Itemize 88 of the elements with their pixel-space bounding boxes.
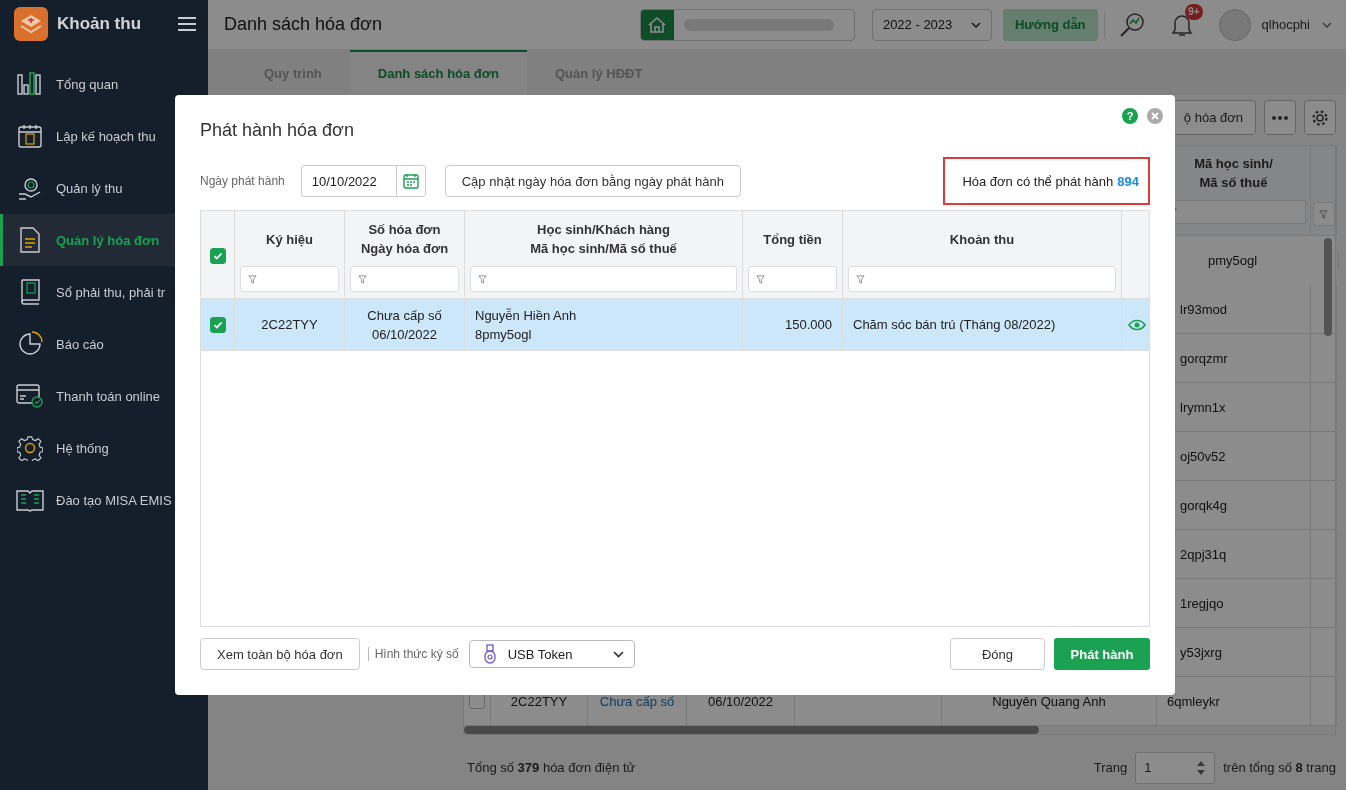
sidebar-item[interactable]: Đào tạo MISA EMIS bbox=[0, 474, 208, 526]
vertical-scrollbar[interactable] bbox=[1324, 238, 1332, 336]
record-count: Tổng số 379 hóa đơn điện tử bbox=[467, 760, 636, 775]
available-count: 894 bbox=[1117, 173, 1139, 189]
filter-icon bbox=[248, 274, 257, 284]
table-cell: 2C22TYY bbox=[510, 693, 568, 709]
table-cell: Nguyên Quang Anh bbox=[992, 693, 1106, 709]
table-cell: 06/10/2022 bbox=[707, 693, 774, 709]
table-cell: 150.000 bbox=[785, 317, 832, 332]
field-label: Ngày phát hành bbox=[200, 174, 285, 188]
menu-item-icon bbox=[16, 488, 44, 512]
filter-icon bbox=[756, 274, 765, 284]
column-header: Học sinh/Khách hàng Mã học sinh/Mã số thuế bbox=[530, 221, 677, 258]
table-cell: Chăm sóc bán trú (Tháng 08/2022) bbox=[853, 317, 1056, 332]
school-year-select[interactable]: 2022 - 2023 bbox=[871, 8, 992, 41]
dialog-title: Phát hành hóa đơn bbox=[200, 120, 354, 141]
calendar-icon[interactable] bbox=[402, 173, 419, 189]
column-header: Khoản thu bbox=[949, 230, 1015, 249]
date-field[interactable]: 10/10/2022 bbox=[300, 165, 426, 197]
page-label: Trang bbox=[1093, 760, 1128, 775]
sign-method-select[interactable]: USB Token bbox=[468, 640, 635, 668]
logo-icon bbox=[14, 7, 48, 41]
column-header: Tổng tiền bbox=[763, 230, 822, 249]
update-date-button[interactable]: Cập nhật ngày hóa đơn bằng ngày phát hành bbox=[444, 165, 741, 197]
filter-field[interactable] bbox=[470, 266, 737, 292]
username[interactable]: qlhocphi bbox=[1261, 17, 1310, 32]
filter-icon bbox=[358, 274, 367, 284]
table-cell: lrymn1x bbox=[1180, 399, 1226, 415]
avatar[interactable] bbox=[1218, 8, 1251, 41]
checkbox[interactable] bbox=[209, 316, 226, 333]
table-cell: gorqzmr bbox=[1180, 350, 1228, 366]
chevron-down-icon bbox=[970, 21, 981, 28]
search-chart-icon[interactable] bbox=[1118, 11, 1145, 38]
home-icon bbox=[647, 14, 668, 35]
table-cell: 1regjqo bbox=[1180, 595, 1224, 611]
available-label: Hóa đơn có thể phát hành bbox=[962, 173, 1114, 189]
filter-button[interactable] bbox=[1312, 202, 1335, 226]
more-icon bbox=[1272, 115, 1288, 120]
column-header: Ký hiệu bbox=[266, 230, 313, 249]
table-cell: lr93mod bbox=[1180, 301, 1227, 317]
column-header: Mã học sinh/ Mã số thuế bbox=[1194, 155, 1273, 192]
filter-field[interactable] bbox=[350, 266, 459, 292]
page-input[interactable]: 1 bbox=[1135, 751, 1216, 784]
table-cell-text: Nguyễn Hiền Anh 8pmy5ogl bbox=[475, 306, 577, 344]
close-icon[interactable] bbox=[1147, 108, 1163, 124]
filter-field[interactable] bbox=[240, 266, 339, 292]
filter-icon bbox=[1319, 209, 1328, 219]
sidebar-item[interactable]: Tổng quan bbox=[0, 58, 208, 110]
chevron-down-icon bbox=[612, 650, 624, 658]
close-button[interactable]: Đóng bbox=[950, 638, 1045, 670]
menu-item-icon bbox=[16, 331, 44, 357]
usb-icon bbox=[483, 644, 496, 664]
menu-item-icon bbox=[16, 435, 44, 461]
table-cell: oj50v52 bbox=[1180, 448, 1226, 464]
table-cell: pmy5ogl bbox=[1208, 253, 1258, 268]
filter-icon bbox=[478, 274, 487, 284]
view-all-button[interactable]: Xem toàn bộ hóa đơn bbox=[200, 638, 360, 670]
settings-button[interactable] bbox=[1304, 100, 1336, 135]
table-cell: 2C22TYY bbox=[261, 317, 318, 332]
school-selector[interactable] bbox=[639, 8, 855, 41]
notification-badge: 9+ bbox=[1185, 3, 1203, 20]
column-header: Số hóa đơn Ngày hóa đơn bbox=[360, 221, 449, 258]
eye-icon[interactable] bbox=[1128, 318, 1146, 331]
more-button[interactable] bbox=[1264, 100, 1296, 135]
table-row[interactable]: 2C22TYY Chưa cấp số 06/10/2022 Nguyễn Hiền Anh 8pmy5ogl 150.000 Chăm sóc bán trú (Tháng 08/2022) bbox=[201, 299, 1149, 351]
page-title: Danh sách hóa đơn bbox=[224, 14, 382, 35]
table-cell-text: Chưa cấp số 06/10/2022 bbox=[367, 306, 442, 344]
horizontal-scrollbar[interactable] bbox=[464, 726, 1335, 734]
page-total: trên tổng số 8 trang bbox=[1223, 760, 1336, 775]
app-name: Khoản thu bbox=[57, 14, 142, 34]
spinner-icon bbox=[1196, 759, 1207, 776]
table-cell: y53jxrg bbox=[1180, 644, 1222, 660]
sidebar-item[interactable]: Thanh toán online bbox=[0, 370, 208, 422]
menu-item-icon bbox=[16, 383, 44, 409]
menu-icon[interactable] bbox=[178, 16, 196, 32]
table-cell: gorqk4g bbox=[1180, 497, 1227, 513]
chevron-down-icon[interactable] bbox=[1322, 21, 1332, 28]
filter-field[interactable] bbox=[848, 266, 1116, 292]
menu-item-icon bbox=[16, 72, 44, 96]
table-cell: 2qpj31q bbox=[1180, 546, 1227, 562]
checkbox[interactable] bbox=[209, 247, 226, 264]
menu-item-icon bbox=[16, 123, 44, 149]
settings-icon bbox=[1311, 108, 1329, 127]
sidebar-item[interactable]: Hệ thống bbox=[0, 422, 208, 474]
field-label: Hình thức ký số bbox=[374, 647, 459, 661]
table-cell: 6qmleykr bbox=[1167, 693, 1220, 709]
filter-icon bbox=[856, 274, 865, 284]
filter-field[interactable] bbox=[748, 266, 837, 292]
